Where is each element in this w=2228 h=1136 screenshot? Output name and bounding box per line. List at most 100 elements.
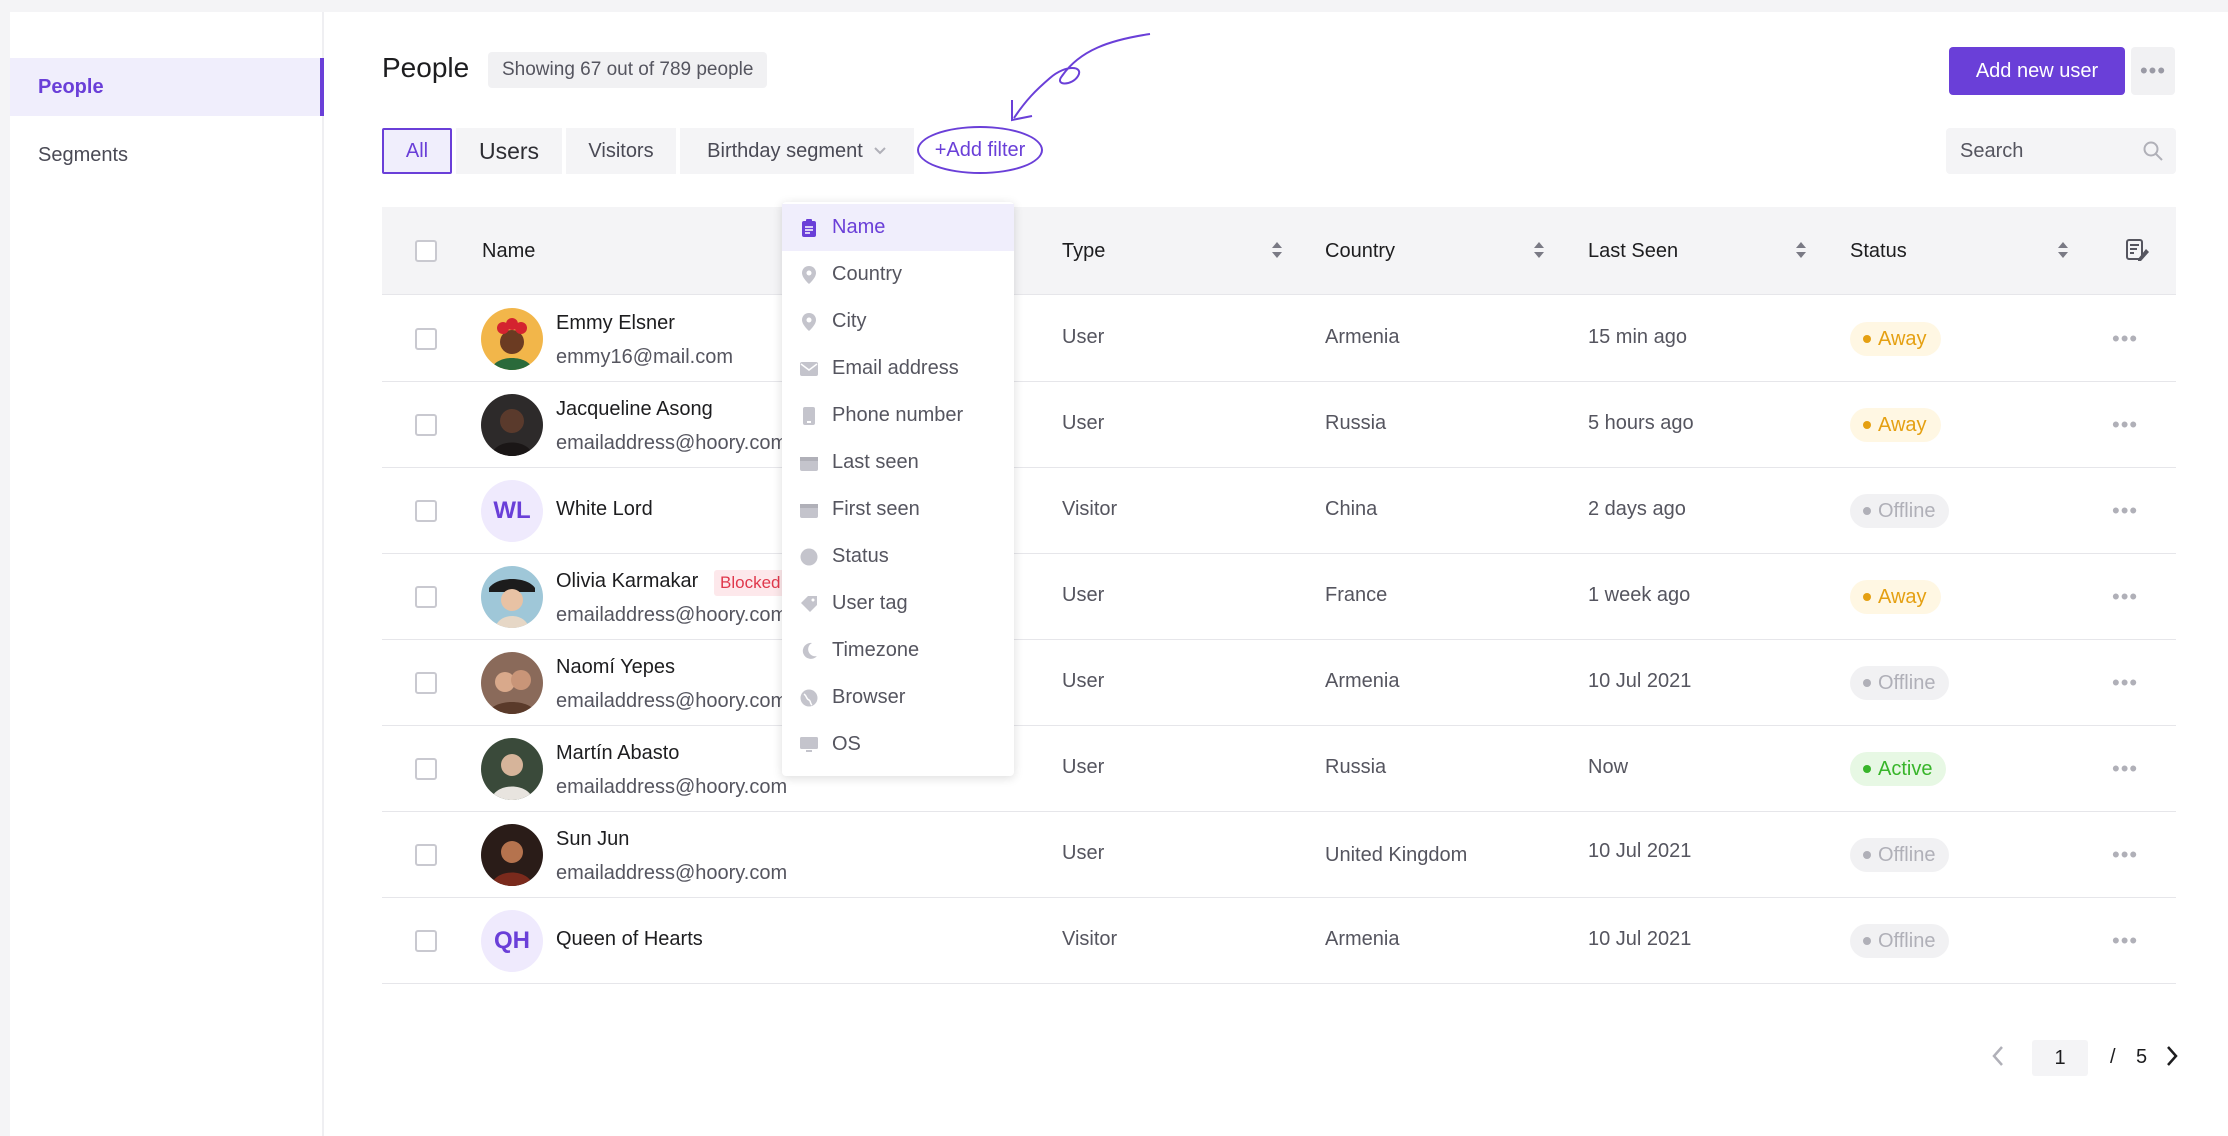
row-checkbox[interactable]	[415, 758, 437, 780]
table-row[interactable]: Sun Jun emailaddress@hoory.com User Unit…	[382, 812, 2176, 898]
moon-icon	[800, 642, 818, 660]
row-more-icon[interactable]: •••	[2112, 928, 2138, 954]
add-new-user-button[interactable]: Add new user	[1949, 47, 2125, 95]
status-badge: Offline	[1850, 924, 1950, 958]
row-more-icon[interactable]: •••	[2112, 842, 2138, 868]
blocked-badge: Blocked	[714, 570, 787, 596]
tab-label: Visitors	[588, 139, 654, 162]
tab-all[interactable]: All	[382, 128, 452, 174]
table-row[interactable]: Jacqueline Asong emailaddress@hoory.com …	[382, 382, 2176, 468]
tab-visitors[interactable]: Visitors	[566, 128, 676, 174]
table-row[interactable]: Olivia Karmakar Blocked emailaddress@hoo…	[382, 554, 2176, 640]
sidebar: People Segments	[10, 12, 324, 1136]
status-badge: Away	[1850, 408, 1941, 442]
table-row[interactable]: Martín Abasto emailaddress@hoory.com Use…	[382, 726, 2176, 812]
row-checkbox[interactable]	[415, 500, 437, 522]
row-more-icon[interactable]: •••	[2112, 670, 2138, 696]
avatar	[481, 566, 543, 628]
chevron-down-icon	[874, 147, 886, 155]
user-type: User	[1062, 756, 1105, 778]
select-all-checkbox[interactable]	[415, 240, 437, 262]
table-row[interactable]: QH Queen of Hearts Visitor Armenia 10 Ju…	[382, 898, 2176, 984]
column-header-type[interactable]: Type	[1062, 207, 1105, 295]
status-badge: Offline	[1850, 494, 1950, 528]
table-row[interactable]: WL White Lord Visitor China 2 days ago O…	[382, 468, 2176, 554]
tab-users[interactable]: Users	[456, 128, 562, 174]
avatar	[481, 394, 543, 456]
user-last-seen: 2 days ago	[1588, 498, 1686, 520]
filter-option-label: Phone number	[832, 404, 964, 426]
filter-option-label: Country	[832, 263, 903, 285]
page-total: 5	[2136, 1046, 2148, 1068]
user-name[interactable]: White Lord	[556, 498, 653, 521]
filter-option-os[interactable]: OS	[782, 721, 1014, 768]
user-name[interactable]: Jacqueline Asong	[556, 398, 713, 421]
sort-icon[interactable]	[1794, 239, 1808, 261]
row-more-icon[interactable]: •••	[2112, 498, 2138, 524]
user-country: Armenia	[1325, 326, 1400, 348]
avatar	[481, 738, 543, 800]
filter-option-city[interactable]: City	[782, 298, 1014, 345]
user-name[interactable]: Emmy Elsner	[556, 312, 675, 335]
sidebar-item-segments[interactable]: Segments	[10, 126, 324, 184]
tab-birthday-segment[interactable]: Birthday segment	[680, 128, 914, 174]
sort-icon[interactable]	[1532, 239, 1546, 261]
edit-columns-icon[interactable]	[2124, 237, 2150, 263]
chevron-left-icon[interactable]	[1990, 1044, 2006, 1068]
row-more-icon[interactable]: •••	[2112, 412, 2138, 438]
avatar: QH	[481, 910, 543, 972]
row-more-icon[interactable]: •••	[2112, 756, 2138, 782]
row-checkbox[interactable]	[415, 586, 437, 608]
row-checkbox[interactable]	[415, 844, 437, 866]
table-row[interactable]: Naomí Yepes emailaddress@hoory.com User …	[382, 640, 2176, 726]
filter-option-country[interactable]: Country	[782, 251, 1014, 298]
sidebar-item-label: People	[38, 75, 104, 98]
filter-option-timezone[interactable]: Timezone	[782, 627, 1014, 674]
more-options-button[interactable]: •••	[2131, 47, 2175, 95]
row-checkbox[interactable]	[415, 414, 437, 436]
user-country: Russia	[1325, 756, 1387, 778]
page-number-input[interactable]	[2032, 1040, 2088, 1076]
user-name[interactable]: Queen of Hearts	[556, 928, 703, 951]
filter-option-label: Email address	[832, 357, 959, 379]
calendar-icon	[800, 454, 818, 472]
column-header-last-seen[interactable]: Last Seen	[1588, 207, 1678, 295]
sort-icon[interactable]	[1270, 239, 1284, 261]
user-type: User	[1062, 670, 1105, 692]
filter-option-status[interactable]: Status	[782, 533, 1014, 580]
filter-option-user-tag[interactable]: User tag	[782, 580, 1014, 627]
filter-option-phone-number[interactable]: Phone number	[782, 392, 1014, 439]
search-box[interactable]	[1946, 128, 2176, 174]
filter-option-browser[interactable]: Browser	[782, 674, 1014, 721]
search-icon[interactable]	[2142, 140, 2164, 162]
row-checkbox[interactable]	[415, 328, 437, 350]
user-type: Visitor	[1062, 928, 1118, 950]
filter-option-name[interactable]: Name	[782, 204, 1014, 251]
row-more-icon[interactable]: •••	[2112, 326, 2138, 352]
status-badge: Offline	[1850, 666, 1950, 700]
calendar-icon	[800, 501, 818, 519]
column-header-country[interactable]: Country	[1325, 207, 1395, 295]
column-header-name[interactable]: Name	[482, 207, 535, 295]
user-name[interactable]: Naomí Yepes	[556, 656, 675, 679]
chevron-right-icon[interactable]	[2164, 1044, 2180, 1068]
sidebar-item-people[interactable]: People	[10, 58, 324, 116]
column-header-status[interactable]: Status	[1850, 207, 1907, 295]
row-more-icon[interactable]: •••	[2112, 584, 2138, 610]
envelope-icon	[800, 360, 818, 378]
row-checkbox[interactable]	[415, 930, 437, 952]
filter-option-email-address[interactable]: Email address	[782, 345, 1014, 392]
table-row[interactable]: Emmy Elsner emmy16@mail.com User Armenia…	[382, 296, 2176, 382]
user-last-seen: 1 week ago	[1588, 584, 1691, 606]
user-name[interactable]: Martín Abasto	[556, 742, 679, 765]
search-input[interactable]	[1960, 139, 2130, 163]
filter-option-first-seen[interactable]: First seen	[782, 486, 1014, 533]
user-name[interactable]: Sun Jun	[556, 828, 629, 851]
row-checkbox[interactable]	[415, 672, 437, 694]
sort-icon[interactable]	[2056, 239, 2070, 261]
add-filter-button[interactable]: +Add filter	[917, 126, 1043, 174]
user-name[interactable]: Olivia Karmakar	[556, 570, 698, 593]
page-title: People	[382, 52, 470, 83]
filter-option-last-seen[interactable]: Last seen	[782, 439, 1014, 486]
avatar	[481, 308, 543, 370]
